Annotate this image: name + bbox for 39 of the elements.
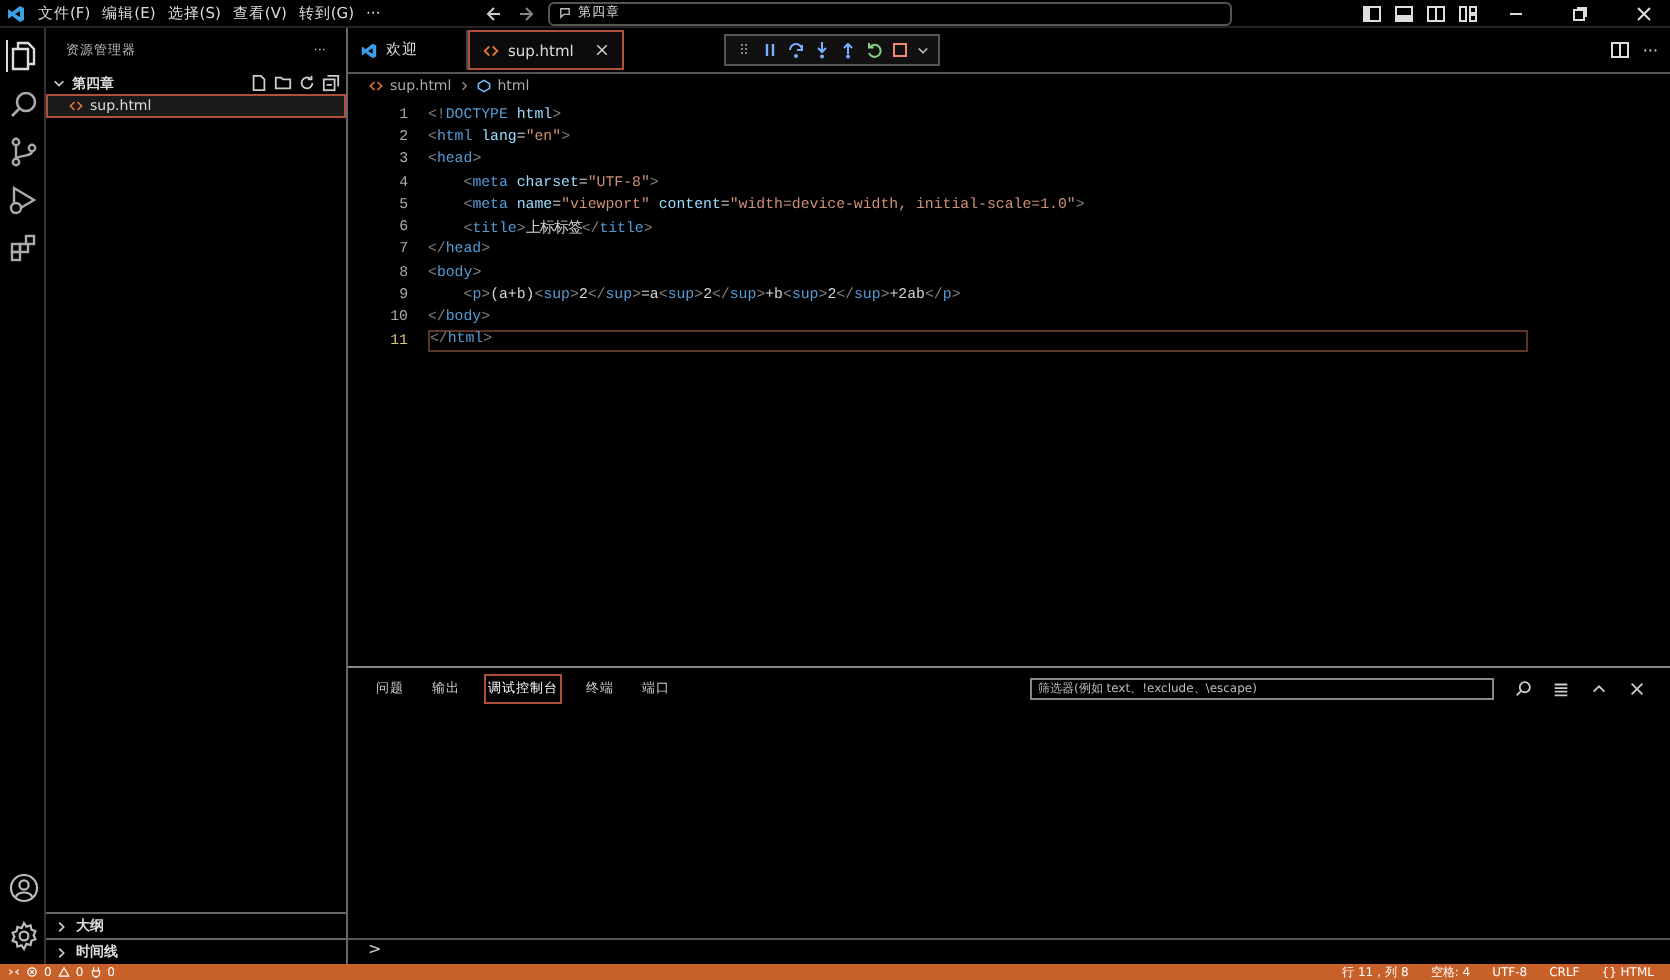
restore-icon[interactable]: [1570, 3, 1590, 23]
extensions-icon[interactable]: [5, 232, 39, 264]
close-icon[interactable]: [593, 42, 610, 58]
html-file-icon: [482, 41, 500, 59]
collapse-all-icon[interactable]: [322, 74, 340, 92]
new-file-icon[interactable]: [250, 74, 268, 92]
close-icon[interactable]: [1634, 3, 1654, 23]
search-icon[interactable]: [1514, 679, 1532, 697]
restart-icon[interactable]: [863, 40, 884, 60]
account-icon[interactable]: [5, 872, 39, 904]
new-folder-icon[interactable]: [274, 74, 292, 92]
refresh-icon[interactable]: [298, 74, 316, 92]
chat-icon: [558, 6, 573, 20]
stop-icon[interactable]: [889, 40, 910, 60]
code-logo-icon: [6, 3, 26, 23]
element-icon: [475, 78, 492, 94]
split-editor-icon[interactable]: [1610, 40, 1631, 60]
html-file-icon: [68, 98, 84, 114]
clear-list-icon[interactable]: [1552, 679, 1570, 697]
forward-arrow-icon[interactable]: [516, 3, 537, 23]
chevron-icon: [457, 80, 470, 92]
more-actions[interactable]: ···: [1642, 41, 1658, 59]
split-layout-icon[interactable]: [1426, 3, 1446, 23]
close-icon[interactable]: [1628, 679, 1646, 697]
error-icon: [26, 966, 38, 978]
warning-icon: [57, 966, 70, 978]
html-file-icon: [368, 78, 384, 94]
settings-icon[interactable]: [5, 920, 39, 952]
step-over-icon[interactable]: [785, 40, 806, 60]
run-debug-icon[interactable]: [5, 184, 39, 216]
back-arrow-icon[interactable]: [484, 3, 505, 23]
panel-layout-icon[interactable]: [1394, 3, 1414, 23]
customize-layout-icon[interactable]: [1458, 3, 1478, 23]
sidebar-layout-icon[interactable]: [1362, 3, 1382, 23]
port-icon: [89, 966, 102, 978]
code-logo-icon: [360, 41, 378, 59]
files-icon[interactable]: [5, 40, 39, 72]
remote-icon[interactable]: [8, 966, 20, 978]
step-into-icon[interactable]: [811, 40, 832, 60]
